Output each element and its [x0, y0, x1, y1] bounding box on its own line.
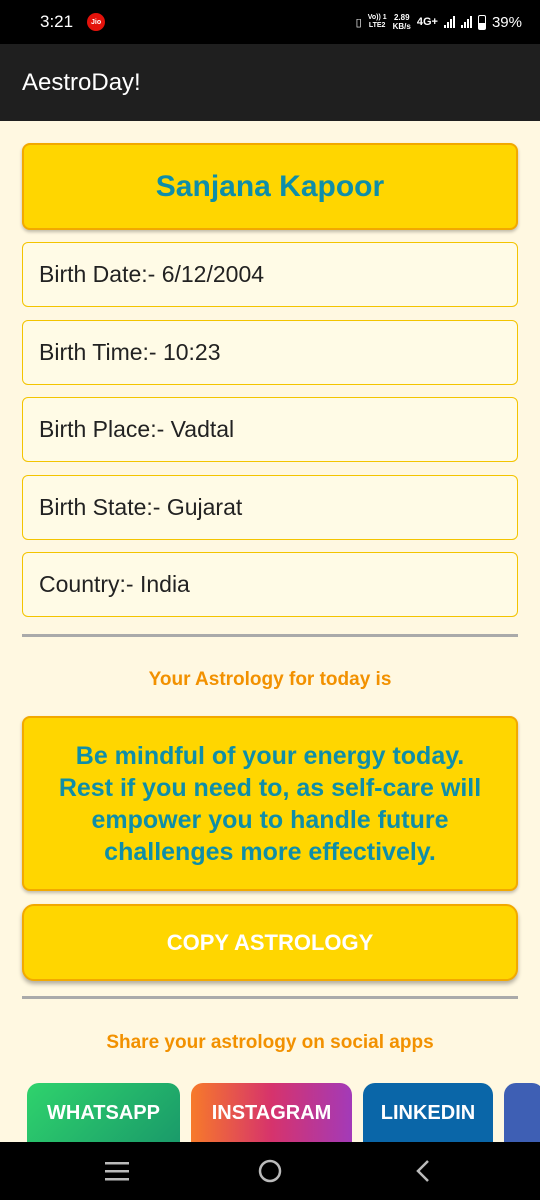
birth-state-field: Birth State:- Gujarat	[22, 475, 518, 540]
instagram-button[interactable]: INSTAGRAM	[191, 1083, 352, 1143]
recents-icon[interactable]	[87, 1151, 147, 1191]
birth-place-field: Birth Place:- Vadtal	[22, 397, 518, 462]
battery-percent: 39%	[491, 13, 522, 31]
divider	[22, 996, 518, 999]
home-icon[interactable]	[240, 1151, 300, 1191]
volte-line2: LTE2	[368, 22, 386, 29]
astrology-heading: Your Astrology for today is	[148, 669, 392, 690]
app-title: AestroDay!	[22, 68, 141, 96]
system-nav-bar	[0, 1142, 540, 1200]
status-time: 3:21	[40, 12, 74, 31]
more-share-button[interactable]	[504, 1083, 540, 1143]
app-bar: AestroDay!	[0, 44, 540, 121]
profile-name: Sanjana Kapoor	[155, 169, 385, 203]
divider	[22, 634, 518, 637]
speed-value: 2.89	[393, 13, 410, 22]
astrology-card: Be mindful of your energy today. Rest if…	[22, 716, 518, 891]
linkedin-button[interactable]: LINKEDIN	[363, 1083, 493, 1143]
status-bar: 3:21 Jio ▯ Vo)) 1 LTE2 2.89 KB/s 4G+ 39%	[0, 0, 540, 44]
volte-line1: Vo)) 1	[367, 14, 387, 21]
carrier-badge: Jio	[87, 13, 106, 31]
volte-indicator: Vo)) 1 LTE2	[368, 14, 387, 30]
birth-date-field: Birth Date:- 6/12/2004	[22, 242, 518, 307]
copy-astrology-button[interactable]: COPY ASTROLOGY	[22, 904, 518, 981]
network-type: 4G+	[416, 16, 438, 28]
vibrate-icon: ▯	[355, 16, 362, 29]
country-field: Country:- India	[22, 552, 518, 617]
birth-time-field: Birth Time:- 10:23	[22, 320, 518, 385]
signal-icon	[460, 16, 472, 28]
status-indicators: ▯ Vo)) 1 LTE2 2.89 KB/s 4G+ 39%	[356, 13, 522, 31]
battery-icon	[477, 14, 486, 30]
back-icon[interactable]	[393, 1151, 453, 1191]
network-speed: 2.89 KB/s	[393, 13, 411, 31]
whatsapp-button[interactable]: WHATSAPP	[27, 1083, 180, 1143]
share-heading: Share your astrology on social apps	[106, 1032, 434, 1053]
astrology-text: Be mindful of your energy today. Rest if…	[58, 741, 482, 866]
speed-unit: KB/s	[392, 22, 411, 31]
profile-name-card: Sanjana Kapoor	[22, 143, 518, 230]
signal-icon	[443, 16, 455, 28]
